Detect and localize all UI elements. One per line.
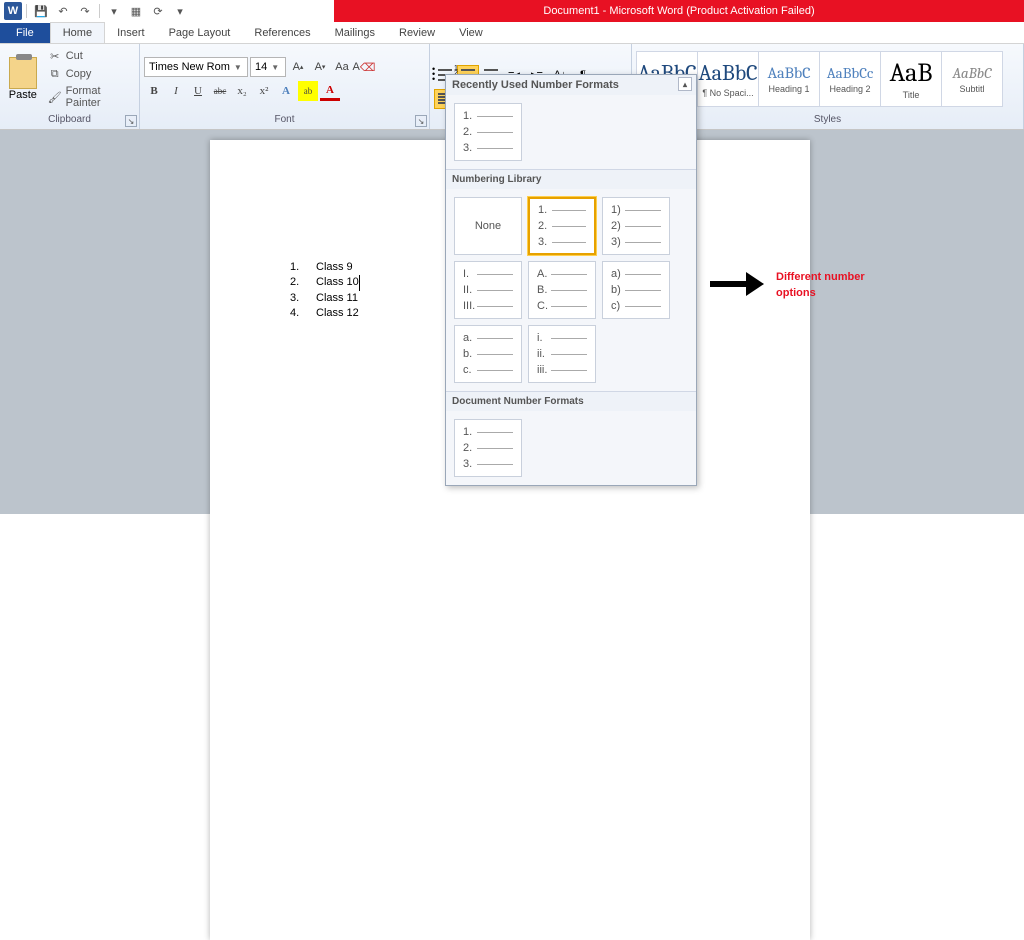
- clipboard-group-label: Clipboard: [4, 112, 135, 127]
- format-painter-button[interactable]: 🖌Format Painter: [46, 84, 135, 110]
- style-title[interactable]: AaBTitle: [880, 51, 942, 107]
- dd-docnum-header: Document Number Formats: [446, 392, 696, 411]
- arrow-icon: [710, 272, 766, 296]
- shrink-font-button[interactable]: A▾: [310, 57, 330, 77]
- paste-icon: [9, 57, 37, 89]
- quick-access-toolbar: W 💾 ↶ ↷ ▾ ▦ ⟳ ▾: [0, 2, 194, 20]
- redo-button[interactable]: ↷: [75, 2, 95, 20]
- tab-page-layout[interactable]: Page Layout: [157, 23, 243, 43]
- tab-home[interactable]: Home: [50, 22, 105, 43]
- font-size-combo[interactable]: 14▼: [250, 57, 286, 77]
- tab-file[interactable]: File: [0, 23, 50, 43]
- group-font: Times New Rom▼ 14▼ A▴ A▾ Aa A⌫ B I U abc…: [140, 44, 430, 129]
- text-effects-button[interactable]: A: [276, 81, 296, 101]
- scroll-up-icon[interactable]: ▴: [678, 77, 692, 91]
- strike-button[interactable]: abc: [210, 81, 230, 101]
- word-icon: W: [4, 2, 22, 20]
- qat-more-icon[interactable]: ▾: [104, 2, 124, 20]
- dd-library-header: Numbering Library: [446, 170, 696, 189]
- num-format-doc[interactable]: 1. 2. 3.: [454, 419, 522, 477]
- undo-button[interactable]: ↶: [53, 2, 73, 20]
- italic-button[interactable]: I: [166, 81, 186, 101]
- qat-dropdown-icon[interactable]: ▾: [170, 2, 190, 20]
- annotation-text: Different numberoptions: [776, 268, 865, 300]
- text-cursor: [359, 275, 360, 290]
- tab-insert[interactable]: Insert: [105, 23, 157, 43]
- brush-icon: 🖌: [48, 90, 62, 104]
- dd-recent-header: Recently Used Number Formats▴: [446, 75, 696, 95]
- style-heading-2[interactable]: AaBbCcHeading 2: [819, 51, 881, 107]
- style-subtitle[interactable]: AaBbCSubtitl: [941, 51, 1003, 107]
- cut-button[interactable]: ✂Cut: [46, 48, 135, 64]
- change-case-button[interactable]: Aa: [332, 57, 352, 77]
- tab-review[interactable]: Review: [387, 23, 447, 43]
- underline-button[interactable]: U: [188, 81, 208, 101]
- title-bar: W 💾 ↶ ↷ ▾ ▦ ⟳ ▾ Document1 - Microsoft Wo…: [0, 0, 1024, 22]
- style-no-spacing[interactable]: AaBbC¶ No Spaci...: [697, 51, 759, 107]
- numbering-dropdown: Recently Used Number Formats▴ 1. 2. 3. N…: [445, 74, 697, 486]
- copy-icon: ⧉: [48, 67, 62, 81]
- num-format-roman-lower[interactable]: i. ii. iii.: [528, 325, 596, 383]
- paste-button[interactable]: Paste: [4, 57, 42, 101]
- font-group-label: Font: [144, 112, 425, 127]
- chevron-down-icon: ▼: [271, 63, 279, 72]
- clipboard-launcher[interactable]: ↘: [125, 115, 137, 127]
- paste-label: Paste: [9, 89, 37, 101]
- subscript-button[interactable]: x₂: [232, 81, 252, 101]
- num-format-roman-upper[interactable]: I. II. III.: [454, 261, 522, 319]
- save-button[interactable]: 💾: [31, 2, 51, 20]
- font-name-combo[interactable]: Times New Rom▼: [144, 57, 248, 77]
- tab-mailings[interactable]: Mailings: [323, 23, 387, 43]
- tab-references[interactable]: References: [242, 23, 322, 43]
- cut-icon: ✂: [48, 49, 62, 63]
- num-format-recent[interactable]: 1. 2. 3.: [454, 103, 522, 161]
- clear-format-button[interactable]: A⌫: [354, 57, 374, 77]
- num-format-alpha-lower-paren[interactable]: a) b) c): [602, 261, 670, 319]
- font-launcher[interactable]: ↘: [415, 115, 427, 127]
- num-format-alpha-upper[interactable]: A. B. C.: [528, 261, 596, 319]
- num-format-decimal-paren[interactable]: 1) 2) 3): [602, 197, 670, 255]
- num-format-none[interactable]: None: [454, 197, 522, 255]
- qat-refresh-icon[interactable]: ⟳: [148, 2, 168, 20]
- style-heading-1[interactable]: AaBbCHeading 1: [758, 51, 820, 107]
- chevron-down-icon: ▼: [234, 63, 242, 72]
- highlight-button[interactable]: ab: [298, 81, 318, 101]
- num-format-decimal-dot[interactable]: 1. 2. 3.: [528, 197, 596, 255]
- group-clipboard: Paste ✂Cut ⧉Copy 🖌Format Painter Clipboa…: [0, 44, 140, 129]
- num-format-alpha-lower-dot[interactable]: a. b. c.: [454, 325, 522, 383]
- window-title: Document1 - Microsoft Word (Product Acti…: [334, 0, 1024, 22]
- annotation: Different numberoptions: [710, 268, 865, 300]
- ribbon-tabs: File Home Insert Page Layout References …: [0, 22, 1024, 44]
- superscript-button[interactable]: x²: [254, 81, 274, 101]
- tab-view[interactable]: View: [447, 23, 495, 43]
- grow-font-button[interactable]: A▴: [288, 57, 308, 77]
- copy-button[interactable]: ⧉Copy: [46, 66, 135, 82]
- font-color-button[interactable]: A: [320, 81, 340, 101]
- qat-table-icon[interactable]: ▦: [126, 2, 146, 20]
- bold-button[interactable]: B: [144, 81, 164, 101]
